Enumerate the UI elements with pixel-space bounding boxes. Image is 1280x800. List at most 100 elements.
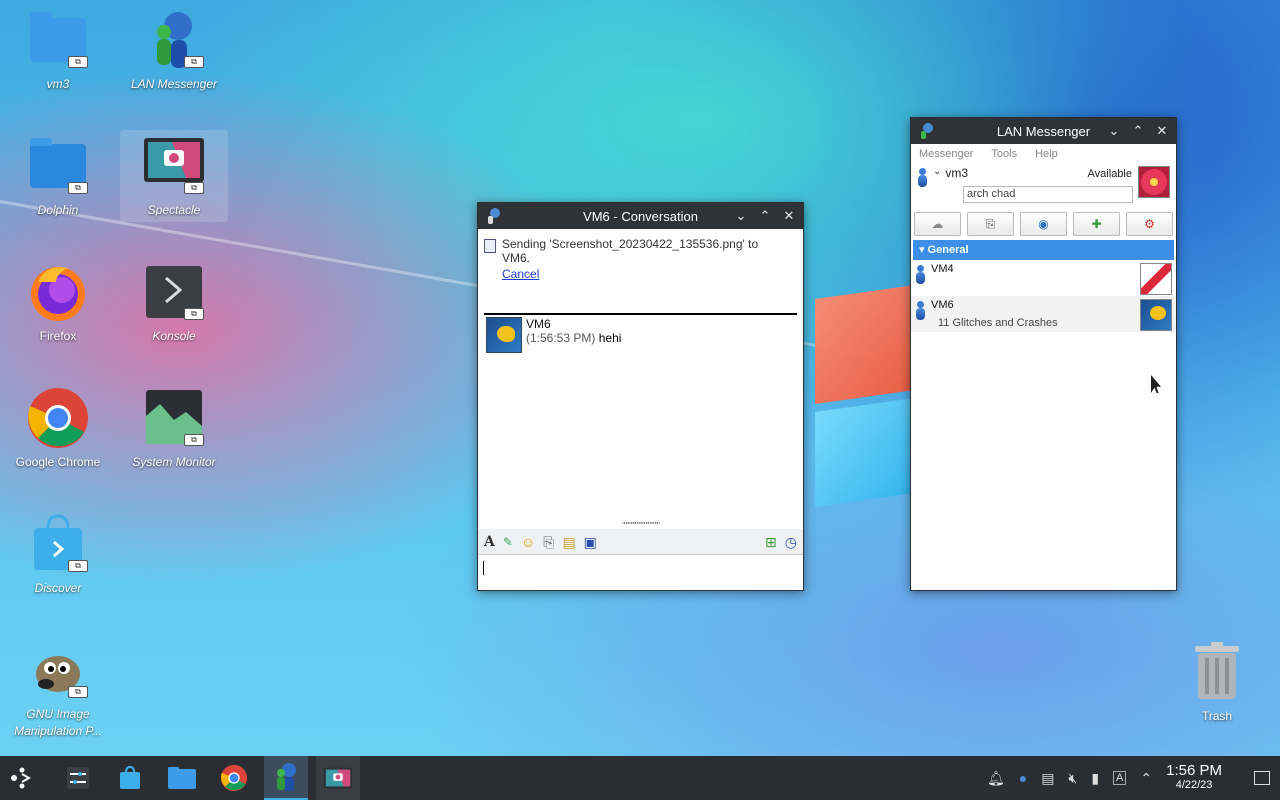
digital-clock[interactable]: 1:56 PM 4/22/23 bbox=[1166, 763, 1222, 793]
taskbar: 🔔︎ ● ▤ 🔇︎ ▮ A ⌃ 1:56 PM 4/22/23 bbox=[0, 756, 1280, 800]
send-file-icon[interactable]: ⎘ bbox=[543, 534, 554, 551]
volume-muted-icon[interactable]: 🔇︎ bbox=[1069, 770, 1078, 787]
desktop-icon-trash[interactable]: Trash bbox=[1162, 640, 1272, 725]
status-text[interactable]: Available bbox=[1088, 168, 1132, 180]
contact-note: 11 Glitches and Crashes bbox=[938, 317, 1058, 329]
application-launcher[interactable] bbox=[0, 756, 44, 800]
desktop-icon-label: GNU Image Manipulation P... bbox=[14, 707, 102, 738]
taskbar-spectacle[interactable] bbox=[316, 756, 360, 800]
add-contact-button[interactable]: ✚ bbox=[1073, 212, 1120, 236]
desktop-icon-label: System Monitor bbox=[132, 455, 216, 469]
expand-tray-icon[interactable]: ⌃ bbox=[1140, 770, 1152, 787]
desktop-icon-dolphin[interactable]: ⧉ Dolphin bbox=[3, 134, 113, 219]
settings-button[interactable]: ⚙ bbox=[1126, 212, 1173, 236]
conversation-window[interactable]: VM6 - Conversation ⌄ ⌃ ✕ Sending 'Screen… bbox=[477, 202, 804, 591]
desktop-icon-firefox[interactable]: Firefox bbox=[3, 260, 113, 345]
desktop-icon-label: Trash bbox=[1201, 709, 1233, 723]
status-dropdown-icon[interactable]: ⌄ bbox=[933, 166, 941, 177]
messenger-toolbar: ☁ ⎘ ◉ ✚ ⚙ bbox=[911, 210, 1176, 238]
splitter-handle[interactable]: """""""""""""""""""" bbox=[478, 521, 803, 530]
desktop-icon-lan-messenger[interactable]: ⧉ LAN Messenger bbox=[119, 8, 229, 93]
group-header-general[interactable]: ▾ General bbox=[913, 240, 1174, 260]
menu-help[interactable]: Help bbox=[1035, 148, 1058, 160]
clock-date: 4/22/23 bbox=[1175, 779, 1213, 791]
clock-time: 1:56 PM bbox=[1166, 762, 1222, 779]
contact-avatar bbox=[1140, 299, 1172, 331]
save-icon[interactable]: ▣ bbox=[584, 534, 597, 551]
notifications-icon[interactable]: 🔔︎ bbox=[987, 770, 1005, 787]
lan-messenger-window[interactable]: LAN Messenger ⌄ ⌃ ✕ Messenger Tools Help… bbox=[910, 117, 1177, 591]
taskbar-dolphin[interactable] bbox=[160, 756, 204, 800]
minimize-icon[interactable]: ⌄ bbox=[1104, 121, 1124, 141]
message-input[interactable] bbox=[478, 554, 803, 590]
text-caret bbox=[483, 561, 484, 575]
cancel-transfer-link[interactable]: Cancel bbox=[502, 267, 539, 281]
chat-room-button[interactable]: ☁ bbox=[914, 212, 961, 236]
taskbar-lan-messenger[interactable] bbox=[264, 756, 308, 800]
conversation-toolbar: A ✎ ☺ ⎘ ▤ ▣ ⊞ ◷ bbox=[478, 529, 803, 555]
add-contact-icon[interactable]: ⊞ bbox=[765, 534, 777, 551]
spectacle-icon: ⧉ bbox=[142, 134, 206, 198]
send-file-button[interactable]: ⎘ bbox=[967, 212, 1014, 236]
minimize-icon[interactable]: ⌄ bbox=[731, 206, 751, 226]
maximize-icon[interactable]: ⌃ bbox=[755, 206, 775, 226]
system-monitor-icon: ⧉ bbox=[142, 386, 206, 450]
history-icon[interactable]: ◷ bbox=[785, 534, 797, 551]
group-name: General bbox=[927, 244, 969, 256]
menu-messenger[interactable]: Messenger bbox=[919, 148, 973, 160]
send-folder-icon[interactable]: ▤ bbox=[562, 534, 575, 551]
desktop-icon-label: vm3 bbox=[46, 77, 70, 91]
desktop-icon-gimp[interactable]: ⧉ GNU Image Manipulation P... bbox=[3, 638, 113, 740]
menu-bar: Messenger Tools Help bbox=[911, 144, 1176, 164]
lan-messenger-icon bbox=[277, 763, 296, 791]
desktop-icon-discover[interactable]: ⧉ Discover bbox=[3, 512, 113, 597]
desktop-icon-label: Firefox bbox=[39, 329, 77, 343]
dolphin-folder-icon: ⧉ bbox=[26, 134, 90, 198]
desktop-icon-google-chrome[interactable]: Google Chrome bbox=[3, 386, 113, 471]
user-note-field[interactable]: arch chad bbox=[963, 186, 1133, 203]
folder-icon bbox=[168, 767, 196, 789]
close-icon[interactable]: ✕ bbox=[779, 206, 799, 226]
clipboard-icon[interactable]: ▤ bbox=[1041, 770, 1054, 787]
taskbar-system-settings[interactable] bbox=[56, 756, 100, 800]
maximize-icon[interactable]: ⌃ bbox=[1128, 121, 1148, 141]
broadcast-button[interactable]: ◉ bbox=[1020, 212, 1067, 236]
desktop-icon-vm3[interactable]: ⧉ vm3 bbox=[3, 8, 113, 93]
font-color-icon[interactable]: ✎ bbox=[503, 535, 513, 549]
user-avatar[interactable] bbox=[1138, 166, 1170, 198]
show-desktop-icon[interactable] bbox=[1254, 771, 1270, 785]
user-status-panel: ⌄ vm3 Available arch chad bbox=[911, 164, 1176, 210]
desktop-icon-label: LAN Messenger bbox=[130, 77, 218, 91]
conversation-titlebar[interactable]: VM6 - Conversation ⌄ ⌃ ✕ bbox=[478, 203, 803, 229]
desktop-icon-label: Konsole bbox=[152, 329, 196, 343]
trash-icon bbox=[1185, 640, 1249, 704]
emoticon-icon[interactable]: ☺ bbox=[521, 534, 535, 550]
taskbar-discover[interactable] bbox=[108, 756, 152, 800]
firefox-icon bbox=[26, 260, 90, 324]
desktop-icon-label: Spectacle bbox=[147, 203, 201, 217]
font-icon[interactable]: A bbox=[484, 534, 495, 550]
wallpaper-logo-pane bbox=[815, 284, 915, 405]
chrome-icon bbox=[220, 764, 248, 792]
lan-messenger-icon: ⧉ bbox=[142, 8, 206, 72]
spectacle-icon bbox=[323, 767, 353, 789]
message-text: hehi bbox=[598, 331, 622, 345]
user-status-icon[interactable] bbox=[917, 168, 927, 188]
contact-name: VM4 bbox=[931, 263, 954, 275]
avatar bbox=[486, 317, 522, 353]
contact-item[interactable]: VM6 11 Glitches and Crashes bbox=[911, 296, 1176, 332]
lan-messenger-tray-icon[interactable]: ● bbox=[1019, 770, 1027, 786]
transfer-status-text: Sending 'Screenshot_20230422_135536.png'… bbox=[502, 237, 759, 265]
desktop-icon-spectacle[interactable]: ⧉ Spectacle bbox=[119, 134, 229, 219]
contact-item[interactable]: VM4 bbox=[911, 260, 1176, 296]
close-icon[interactable]: ✕ bbox=[1152, 121, 1172, 141]
messenger-titlebar[interactable]: LAN Messenger ⌄ ⌃ ✕ bbox=[911, 118, 1176, 144]
desktop-icon-konsole[interactable]: ⧉ Konsole bbox=[119, 260, 229, 345]
input-method-icon[interactable]: A bbox=[1113, 771, 1127, 785]
taskbar-google-chrome[interactable] bbox=[212, 756, 256, 800]
battery-icon[interactable]: ▮ bbox=[1091, 770, 1099, 787]
contact-status-icon bbox=[915, 301, 925, 321]
menu-tools[interactable]: Tools bbox=[991, 148, 1017, 160]
desktop-icon-system-monitor[interactable]: ⧉ System Monitor bbox=[119, 386, 229, 471]
contact-status-icon bbox=[915, 265, 925, 285]
